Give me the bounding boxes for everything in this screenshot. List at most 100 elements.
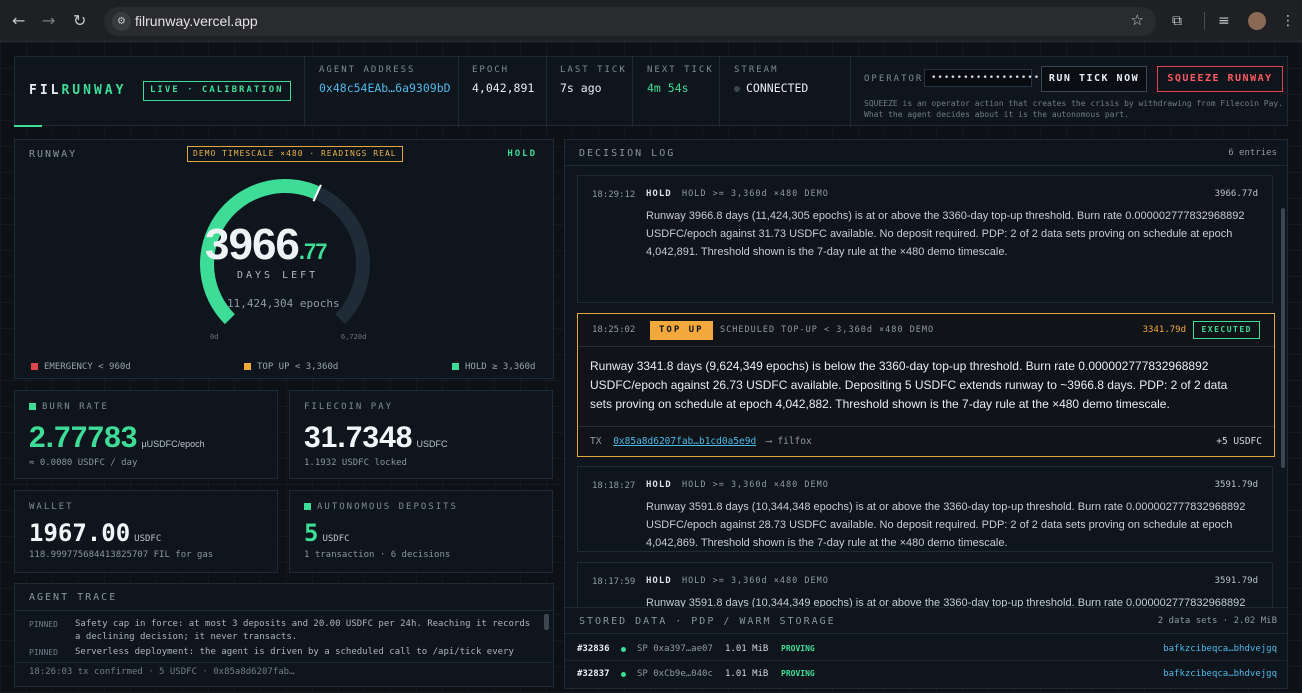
divider <box>565 633 1287 634</box>
stream-status-dot <box>734 86 740 92</box>
header-bar: FILRUNWAY LIVE · CALIBRATION AGENT ADDRE… <box>14 56 1288 127</box>
entry-time: 18:17:59 <box>592 577 636 587</box>
extensions-icon[interactable]: ⧉ <box>1172 11 1182 31</box>
tx-amount: +5 USDFC <box>1216 436 1262 447</box>
stream-status: CONNECTED <box>746 81 809 95</box>
divider <box>458 57 459 127</box>
filecoin-pay-card: FILECOIN PAY 31.7348 USDFC 1.1932 USDFC l… <box>289 390 553 479</box>
topup-badge: TOP UP <box>650 321 713 340</box>
autonomous-deposits-value: 5 <box>304 519 319 547</box>
proving-status-dot <box>621 672 626 677</box>
decision-log-scrollbar[interactable] <box>1281 208 1285 468</box>
brand-logo: FILRUNWAY <box>29 83 126 98</box>
toolbar-divider <box>1204 12 1205 30</box>
more-menu-icon[interactable]: ⋮ <box>1281 11 1295 31</box>
tx-hash-link[interactable]: 0x85a8d6207fab…b1cd0a5e9d <box>613 436 756 447</box>
squeeze-runway-button[interactable]: SQUEEZE RUNWAY <box>1157 66 1283 92</box>
brand-runway: RUNWAY <box>61 83 127 98</box>
filecoin-pay-value: 31.7348 <box>304 421 413 454</box>
entry-time: 18:18:27 <box>592 481 636 491</box>
forward-icon[interactable]: → <box>42 11 55 31</box>
entry-runway-value: 3591.79d <box>1214 576 1258 586</box>
divider <box>565 165 1287 166</box>
trace-item: 18:26:03 tx confirmed · 5 USDFC · 0x85a8… <box>29 666 295 679</box>
next-tick-value: 4m 54s <box>647 81 689 95</box>
legend-hold-label: HOLD ≥ 3,360d <box>465 362 536 372</box>
wallet-card: WALLET 1967.00 USDFC 118.9997756844138257… <box>14 490 278 573</box>
divider <box>15 610 553 611</box>
entry-body: Runway 3591.8 days (10,344,348 epochs) i… <box>646 501 1246 549</box>
divider <box>632 57 633 127</box>
operator-key-input[interactable]: •••••••••••••••••• <box>924 69 1046 87</box>
agent-address-link[interactable]: 0x48c54EAb…6a9309bD <box>319 81 451 95</box>
burn-rate-daily: ≈ 0.0080 USDFC / day <box>29 458 138 468</box>
divider <box>578 346 1274 347</box>
stream-label: STREAM <box>734 65 779 75</box>
url-text[interactable]: filrunway.vercel.app <box>135 13 258 29</box>
next-tick-label: NEXT TICK <box>647 65 714 75</box>
live-network-badge: LIVE · CALIBRATION <box>143 81 291 101</box>
burn-rate-value: 2.77783 <box>29 421 138 454</box>
stored-data-summary: 2 data sets · 2.02 MiB <box>1157 616 1277 626</box>
divider <box>304 57 305 127</box>
trace-text: Safety cap in force: at most 3 deposits … <box>75 619 531 642</box>
filecoin-pay-unit: USDFC <box>416 439 448 449</box>
epoch-value: 4,042,891 <box>472 81 535 95</box>
legend-emergency: EMERGENCY < 960d <box>31 362 131 372</box>
agent-trace-panel: AGENT TRACE PINNED Safety cap in force: a… <box>14 583 554 687</box>
entry-body: Runway 3966.8 days (11,424,305 epochs) i… <box>646 210 1245 258</box>
autonomous-deposits-label: AUTONOMOUS DEPOSITS <box>317 502 458 512</box>
piece-cid-link[interactable]: bafkzcibeqca…bhdvejgq <box>1163 644 1277 654</box>
log-entry[interactable]: 18:29:12 HOLD HOLD >= 3,360d ×480 DEMO 3… <box>577 175 1273 303</box>
log-entry[interactable]: 18:18:27 HOLD HOLD >= 3,360d ×480 DEMO 3… <box>577 466 1273 552</box>
wallet-unit: USDFC <box>134 534 162 544</box>
epochs-remaining: 11,424,304 epochs <box>227 297 340 310</box>
emergency-swatch <box>31 363 38 370</box>
agent-address-cell: AGENT ADDRESS 0x48c54EAb…6a9309bD <box>319 65 451 95</box>
runway-panel: RUNWAY DEMO TIMESCALE ×480 · READINGS RE… <box>14 139 554 379</box>
filfox-link[interactable]: ⟶ filfox <box>766 436 812 447</box>
days-int: 3966 <box>205 220 300 269</box>
entry-body: Runway 3341.8 days (9,624,349 epochs) is… <box>590 359 1228 411</box>
trace-item: PINNED Serverless deployment: the agent i… <box>29 646 535 659</box>
brand-fil: FIL <box>29 83 62 98</box>
divider <box>719 57 720 127</box>
trace-tag: PINNED <box>29 620 58 629</box>
bookmark-star-icon[interactable]: ☆ <box>1131 11 1144 29</box>
address-bar[interactable]: ⚙ ☆ <box>104 7 1156 36</box>
days-left-label: DAYS LEFT <box>237 270 319 281</box>
data-set-size: 1.01 MiB <box>725 644 769 654</box>
trace-scrollbar[interactable] <box>544 614 549 630</box>
log-entry-topup[interactable]: 18:25:02 TOP UP SCHEDULED TOP-UP < 3,360… <box>577 313 1275 457</box>
wallet-gas: 118.999775684413825707 FIL for gas <box>29 550 214 560</box>
piece-cid-link[interactable]: bafkzcibeqca…bhdvejgq <box>1163 669 1277 679</box>
entry-rule: HOLD >= 3,360d ×480 DEMO <box>682 576 829 586</box>
entry-time: 18:29:12 <box>592 190 636 200</box>
site-info-icon[interactable]: ⚙ <box>112 12 131 31</box>
runway-status: HOLD <box>507 149 537 159</box>
divider <box>565 660 1287 661</box>
profile-avatar[interactable] <box>1248 12 1266 30</box>
tx-label: TX <box>590 436 602 447</box>
entry-kind: HOLD <box>646 189 672 199</box>
reading-list-icon[interactable]: ≡ <box>1218 11 1230 31</box>
hold-swatch <box>452 363 459 370</box>
entry-kind: HOLD <box>646 576 672 586</box>
reload-icon[interactable]: ↻ <box>73 11 86 31</box>
data-set-status: PROVING <box>781 669 815 678</box>
legend-emergency-label: EMERGENCY < 960d <box>44 362 131 372</box>
last-tick-cell: LAST TICK 7s ago <box>560 65 627 95</box>
data-set-id: #32836 <box>577 644 610 654</box>
proving-status-dot <box>621 647 626 652</box>
back-icon[interactable]: ← <box>12 11 25 31</box>
burn-rate-swatch <box>29 403 36 410</box>
entry-runway-value: 3591.79d <box>1214 480 1258 490</box>
decision-log-count: 6 entries <box>1228 148 1277 158</box>
gauge-min-label: 0d <box>210 333 219 341</box>
run-tick-button[interactable]: RUN TICK NOW <box>1041 66 1147 92</box>
legend-hold: HOLD ≥ 3,360d <box>452 362 535 372</box>
burn-rate-card: BURN RATE 2.77783 µUSDFC/epoch ≈ 0.0080 U… <box>14 390 278 479</box>
days-frac: .77 <box>298 239 328 264</box>
browser-toolbar: ← → ↻ ⚙ ☆ filrunway.vercel.app ⧉ ≡ ⋮ <box>0 0 1302 42</box>
transaction-row: TX 0x85a8d6207fab…b1cd0a5e9d ⟶ filfox +5… <box>578 426 1274 456</box>
